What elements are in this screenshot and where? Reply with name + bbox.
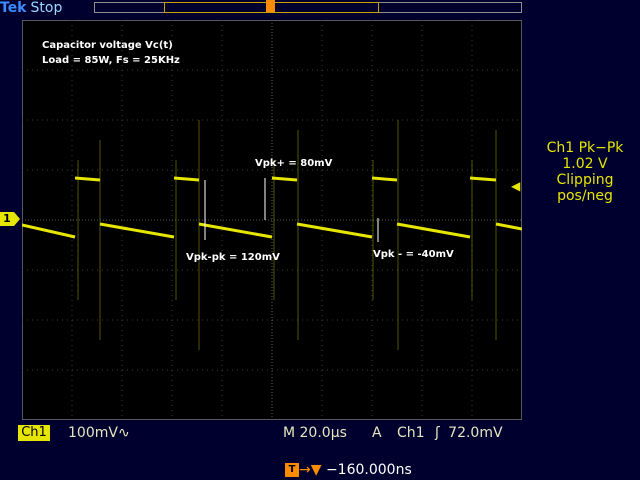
trigger-level: 72.0mV (448, 425, 503, 441)
trigger-position-marker-top (266, 0, 275, 12)
timebase-readout[interactable]: M 20.0µs (283, 424, 347, 442)
acquisition-mode: A (372, 425, 382, 441)
trigger-level-arrow-icon[interactable]: ◀ (511, 179, 520, 193)
vpk-plus-label: Vpk+ = 80mV (255, 158, 333, 169)
vpk-pk-label: Vpk-pk = 120mV (186, 252, 280, 263)
trigger-slope-icon: ʃ (435, 425, 440, 441)
title-line-2: Load = 85W, Fs = 25KHz (42, 55, 180, 66)
horizontal-delay-readout[interactable]: T →▼ −160.000ns (285, 461, 412, 479)
measurement-name: Ch1 Pk−Pk (546, 140, 624, 156)
trigger-source: Ch1 (397, 425, 425, 441)
ch1-scale[interactable]: 100mV∿ (68, 424, 130, 442)
trigger-delay-icon: T (285, 463, 299, 477)
brand-label: Tek (0, 0, 27, 16)
measurement-status-clipping: Clipping (556, 172, 614, 188)
trigger-readout[interactable]: Ch1 ʃ 72.0mV (397, 424, 503, 442)
waveform-spikes (77, 120, 497, 350)
waveform-display (22, 20, 522, 420)
delay-value: −160.000ns (325, 462, 412, 478)
run-stop-status[interactable]: Stop (31, 0, 63, 16)
measurement-status-posneg: pos/neg (557, 188, 613, 204)
ch1-label[interactable]: Ch1 (18, 425, 50, 441)
graticule-center-axes (22, 20, 522, 420)
ch1-ground-marker[interactable]: 1 (0, 212, 20, 226)
delay-arrow-icon: →▼ (299, 462, 322, 478)
measurement-value: 1.02 V (562, 156, 608, 172)
ch1-waveform-trace (22, 176, 522, 239)
vpk-minus-label: Vpk - = -40mV (373, 249, 454, 260)
title-line-1: Capacitor voltage Vc(t) (42, 40, 173, 51)
app-brand: Tek Stop (0, 0, 62, 17)
ch1-scale-value: 100mV (68, 425, 118, 441)
bandwidth-limit-icon: ∿ (117, 425, 130, 441)
measurement-readout[interactable]: Ch1 Pk−Pk 1.02 V Clipping pos/neg (530, 140, 640, 204)
